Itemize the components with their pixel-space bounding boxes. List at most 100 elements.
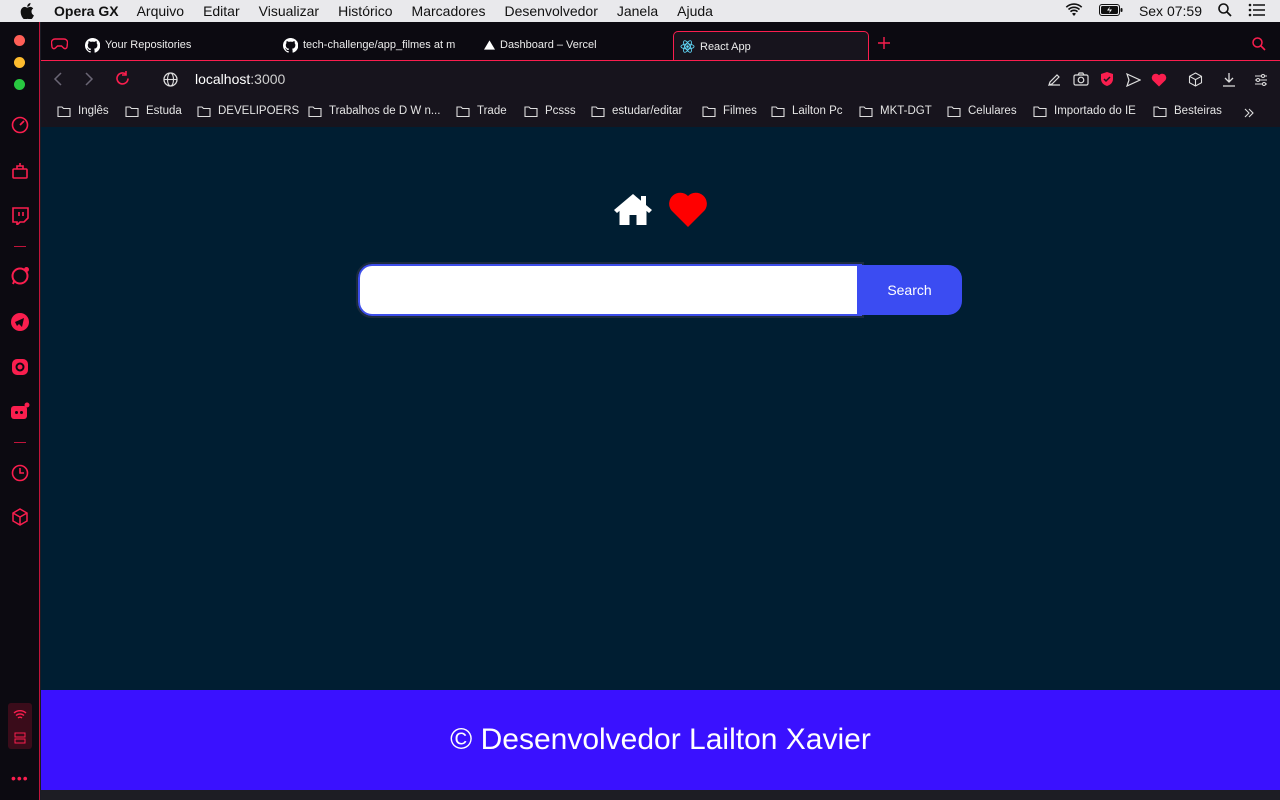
tab-search-icon[interactable]	[1252, 37, 1266, 56]
adblock-shield-icon[interactable]	[1100, 71, 1114, 92]
tab-your-repositories[interactable]: Your Repositories	[85, 31, 275, 59]
bookmark-develipoers[interactable]: DEVELIPOERS	[197, 103, 299, 119]
menu-visualizar[interactable]: Visualizar	[259, 3, 319, 19]
gx-corner-icon[interactable]	[10, 161, 30, 181]
bookmark-lailton-pc[interactable]: Lailton Pc	[771, 103, 843, 119]
tab-label: Your Repositories	[105, 39, 192, 51]
bookmark-label: Besteiras	[1174, 105, 1222, 117]
telegram-icon[interactable]	[10, 312, 30, 332]
menu-marcadores[interactable]: Marcadores	[412, 3, 486, 19]
history-icon[interactable]	[10, 463, 30, 483]
folder-icon	[702, 105, 716, 117]
snapshot-edit-icon[interactable]	[1047, 72, 1062, 92]
menu-ajuda[interactable]: Ajuda	[677, 3, 713, 19]
more-bookmarks-chevron-icon[interactable]	[1244, 105, 1254, 123]
extensions-icon[interactable]	[1188, 72, 1203, 92]
window-zoom-button[interactable]	[14, 79, 25, 90]
macos-menubar: Opera GX Arquivo Editar Visualizar Histó…	[0, 0, 1280, 22]
folder-icon	[456, 105, 470, 117]
tab-label: React App	[700, 40, 751, 53]
extensions-cube-icon[interactable]	[10, 507, 30, 527]
gx-gamepad-icon[interactable]	[50, 37, 69, 55]
folder-icon	[1033, 105, 1047, 117]
spotlight-search-icon[interactable]	[1218, 2, 1232, 20]
reload-icon[interactable]	[115, 71, 130, 91]
folder-icon	[859, 105, 873, 117]
menu-arquivo[interactable]: Arquivo	[137, 3, 184, 19]
bookmark-besteiras[interactable]: Besteiras	[1153, 103, 1222, 119]
bookmark-ingles[interactable]: Inglês	[57, 103, 109, 119]
vercel-icon	[484, 40, 495, 50]
favorites-heart-icon[interactable]	[667, 190, 709, 233]
page-content: Search	[41, 127, 1280, 690]
bookmark-label: Trabalhos de D W n...	[329, 105, 441, 117]
home-icon[interactable]	[613, 192, 653, 231]
tab-react-app[interactable]: React App	[673, 31, 869, 61]
search-input[interactable]	[356, 262, 864, 318]
apple-menu-icon[interactable]	[0, 3, 54, 19]
more-options-icon[interactable]: •••	[11, 770, 29, 786]
clock[interactable]: Sex 07:59	[1139, 3, 1202, 19]
bookmark-estudar-editar[interactable]: estudar/editar	[591, 103, 682, 119]
favorite-heart-icon[interactable]	[1151, 73, 1167, 92]
bookmark-trabalhos[interactable]: Trabalhos de D W n...	[308, 103, 440, 119]
bookmark-trade[interactable]: Trade	[456, 103, 507, 119]
folder-icon	[197, 105, 211, 117]
discord-icon[interactable]	[10, 402, 30, 422]
menu-historico[interactable]: Histórico	[338, 3, 392, 19]
tab-tech-challenge[interactable]: tech-challenge/app_filmes at m	[283, 31, 465, 59]
forward-icon[interactable]	[85, 72, 94, 91]
menu-desenvolvedor[interactable]: Desenvolvedor	[504, 3, 597, 19]
window-bottom-edge	[41, 790, 1280, 800]
send-flow-icon[interactable]	[1125, 72, 1142, 92]
bookmark-label: Importado do IE	[1054, 105, 1136, 117]
footer-copyright: © Desenvolvedor Lailton Xavier	[450, 723, 871, 756]
menu-editar[interactable]: Editar	[203, 3, 240, 19]
wifi-icon[interactable]	[1065, 2, 1083, 20]
window-minimize-button[interactable]	[14, 57, 25, 68]
opera-sidebar: •••	[0, 22, 40, 800]
instagram-icon[interactable]	[10, 357, 30, 377]
easy-setup-icon[interactable]	[1254, 73, 1268, 91]
page-nav	[613, 190, 709, 233]
bookmark-estuda[interactable]: Estuda	[125, 103, 182, 119]
url-host: localhost	[195, 71, 251, 87]
menu-janela[interactable]: Janela	[617, 3, 658, 19]
new-tab-icon[interactable]	[878, 36, 890, 54]
download-icon[interactable]	[1222, 72, 1236, 92]
bookmark-label: Pcsss	[545, 105, 576, 117]
bookmark-filmes[interactable]: Filmes	[702, 103, 757, 119]
tab-bar: Your Repositories tech-challenge/app_fil…	[41, 22, 1280, 61]
search-form: Search	[356, 262, 962, 318]
search-button[interactable]: Search	[857, 265, 962, 315]
network-limiter-icon[interactable]	[8, 703, 32, 749]
folder-icon	[771, 105, 785, 117]
camera-icon[interactable]	[1073, 72, 1089, 91]
site-info-globe-icon[interactable]	[163, 72, 178, 92]
tab-vercel-dashboard[interactable]: Dashboard – Vercel	[484, 31, 664, 59]
url-field[interactable]: localhost:3000	[195, 71, 285, 87]
battery-icon[interactable]	[1098, 3, 1123, 19]
bookmark-label: Lailton Pc	[792, 105, 843, 117]
whatsapp-icon[interactable]	[10, 266, 30, 286]
folder-icon	[1153, 105, 1167, 117]
bookmark-label: Celulares	[968, 105, 1017, 117]
gx-control-icon[interactable]	[10, 115, 30, 135]
twitch-icon[interactable]	[10, 206, 30, 226]
bookmarks-bar: Inglês Estuda DEVELIPOERS Trabalhos de D…	[41, 97, 1280, 127]
bookmark-celulares[interactable]: Celulares	[947, 103, 1017, 119]
tab-label: tech-challenge/app_filmes at m	[303, 39, 456, 51]
bookmark-label: MKT-DGT	[880, 105, 932, 117]
bookmark-pcsss[interactable]: Pcsss	[524, 103, 576, 119]
window-close-button[interactable]	[14, 35, 25, 46]
react-icon	[680, 40, 695, 53]
back-icon[interactable]	[53, 72, 62, 91]
menu-app-name[interactable]: Opera GX	[54, 3, 119, 19]
folder-icon	[524, 105, 538, 117]
bookmark-mkt-dgt[interactable]: MKT-DGT	[859, 103, 932, 119]
bookmark-importado-ie[interactable]: Importado do IE	[1033, 103, 1136, 119]
bookmark-label: estudar/editar	[612, 105, 683, 117]
control-center-icon[interactable]	[1248, 3, 1266, 20]
github-icon	[283, 37, 298, 53]
bookmark-label: Inglês	[78, 105, 109, 117]
